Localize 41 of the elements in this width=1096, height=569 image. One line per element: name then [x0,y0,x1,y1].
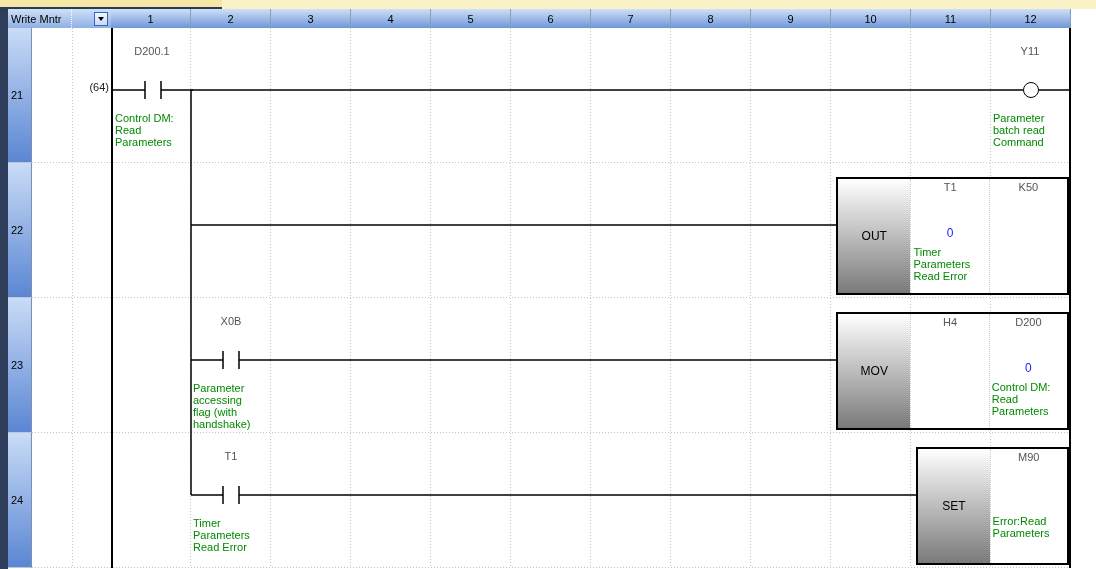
comment-text: Control DM: Read Parameters [991,381,1052,417]
instruction-mnemonic: SET [918,449,990,563]
rung-number: 21 [8,28,32,163]
comment-text: Error:Read Parameters [992,515,1051,539]
column-header: 12 [991,9,1071,28]
column-header: 3 [271,9,351,28]
operand-label: D200 [1015,316,1042,328]
instruction-mnemonic: OUT [838,179,911,293]
column-header: 7 [591,9,671,28]
device-label: D200.1 [133,45,171,57]
comment-text: Timer Parameters Read Error [913,246,972,282]
column-header: 5 [431,9,511,28]
rung-number: 23 [8,298,32,433]
column-header: 1 [111,9,191,28]
comment-text: Parameter accessing flag (with handshake) [193,382,252,430]
column-header: 8 [671,9,751,28]
step-number: (64) [89,81,109,93]
column-header: 11 [911,9,991,28]
device-label: T1 [223,450,239,462]
column-header: 4 [351,9,431,28]
column-header: 2 [191,9,271,28]
device-label: X0B [219,315,243,327]
comment-text: Control DM: Read Parameters [115,112,175,148]
rung-number: 24 [8,433,32,568]
operand-label: M90 [1018,451,1040,463]
current-value: 0 [1025,361,1032,375]
column-header: 10 [831,9,911,28]
comment-text: Parameter batch read Command [993,112,1046,148]
device-label: Y11 [1019,45,1041,57]
operand-label: K50 [1018,181,1039,193]
operand-label: H4 [943,316,958,328]
instruction-mnemonic: MOV [838,314,911,428]
current-value: 0 [946,226,954,240]
column-header: 9 [751,9,831,28]
comment-text: Timer Parameters Read Error [193,517,251,553]
caret-icon [98,16,104,21]
rung-number: 22 [8,163,32,298]
operand-label: T1 [943,181,957,193]
mode-label: Write Mntr [8,9,72,28]
dropdown-button[interactable] [94,11,108,26]
column-header: 6 [511,9,591,28]
